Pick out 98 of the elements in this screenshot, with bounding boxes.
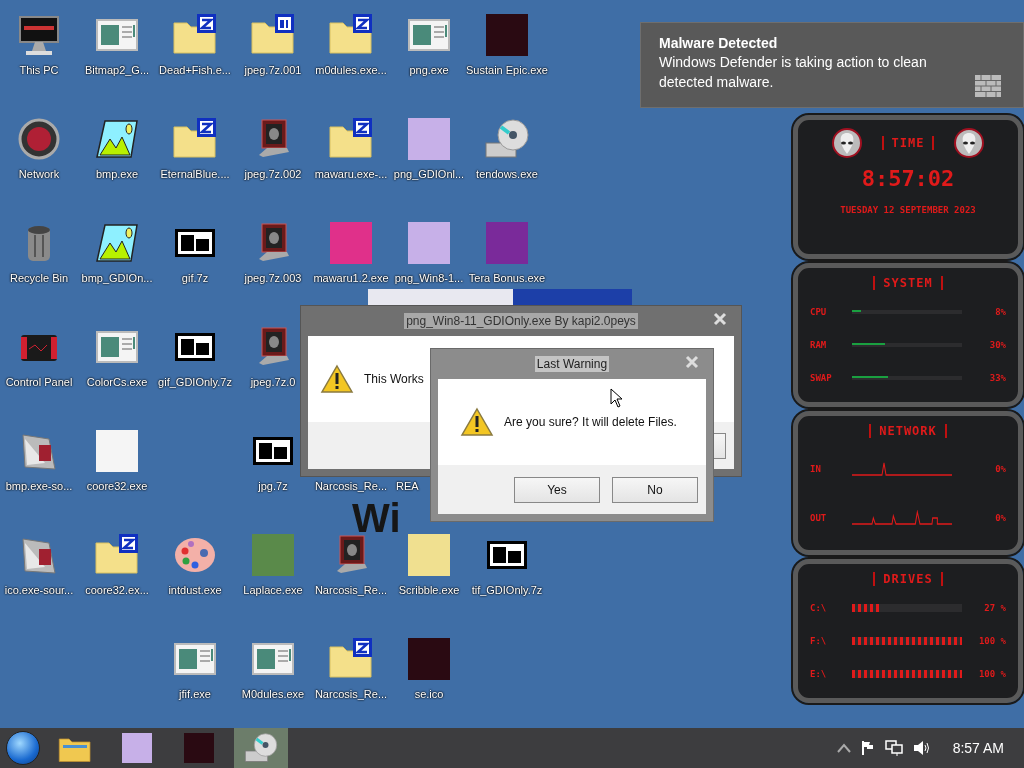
icon-label[interactable]: gif_GDIOnly.7z [158, 376, 232, 389]
warning-icon [460, 407, 494, 437]
icon-label[interactable]: bmp_GDIOn... [81, 272, 153, 285]
icon-label[interactable]: M0dules.exe [241, 688, 305, 701]
meter-label: OUT [810, 512, 828, 523]
meter-reading: 0% [994, 512, 1006, 523]
icon-label[interactable]: jpeg.7z.002 [244, 168, 302, 181]
icon-label[interactable]: Scribble.exe [398, 584, 460, 597]
icon-label[interactable]: Network [18, 168, 60, 181]
icon-label[interactable]: Dead+Fish.e... [159, 64, 231, 77]
icon-label[interactable]: png_Win8-1... [394, 272, 464, 285]
icon-label[interactable]: Narcosis_Re... [314, 688, 388, 701]
dialog-button[interactable]: No [612, 476, 698, 503]
date-readout: TUESDAY 12 SEPTEMBER 2023 [839, 205, 977, 215]
icon-label[interactable]: Recycle Bin [9, 272, 69, 285]
taskbar-button[interactable] [234, 728, 288, 768]
icon-label[interactable]: png_GDIOnl... [393, 168, 465, 181]
icon-label[interactable]: tendows.exe [476, 168, 538, 181]
network-icon[interactable] [884, 740, 903, 756]
icon-label[interactable]: This PC [19, 64, 59, 77]
meter-label: SWAP [810, 372, 833, 383]
thumbnail-placeholder [486, 14, 528, 56]
icon-label[interactable]: intdust.exe [168, 584, 222, 597]
notification-toast[interactable]: Malware Detected Windows Defender is taking action to clean detected malware. [640, 22, 1024, 108]
thumbnail-placeholder [252, 534, 294, 576]
drive-reading: 27 % [983, 603, 1006, 614]
meter-label: IN [810, 463, 822, 474]
icon-label[interactable]: jpeg.7z.003 [244, 272, 302, 285]
start-button[interactable] [6, 731, 40, 765]
icon-label[interactable]: Narcosis_Re... [314, 480, 388, 493]
icon-label[interactable]: m0dules.exe... [315, 64, 387, 77]
dialog-title: png_Win8-11_GDIOnly.exe By kapi2.0peys [404, 313, 638, 329]
icon-label[interactable]: Control Panel [5, 376, 73, 389]
flag-icon[interactable] [860, 740, 875, 756]
icon-label[interactable]: se.ico [414, 688, 444, 701]
thumbnail-placeholder [330, 222, 372, 264]
meter-label: RAM [810, 340, 828, 350]
dialog-button[interactable]: Yes [514, 476, 600, 503]
thumbnail-placeholder [408, 222, 450, 264]
icon-label[interactable]: png.exe [409, 64, 449, 77]
icon-label[interactable]: jfif.exe [179, 688, 211, 701]
icon-label[interactable]: Narcosis_Re... [314, 584, 388, 597]
icon-label[interactable]: bmp.exe-so... [5, 480, 73, 493]
brick-wall-icon [975, 75, 1001, 97]
panel-title: NETWORK [869, 424, 947, 438]
panel-title: DRIVES [873, 572, 943, 586]
icon-label[interactable]: coore32.exe [86, 480, 148, 493]
icon-label[interactable]: coore32.ex... [85, 584, 149, 597]
dialog-message: This Works [364, 372, 424, 386]
thumbnail-placeholder [408, 118, 450, 160]
meter-reading: 8% [994, 307, 1006, 318]
icon-label[interactable]: ColorCs.exe [86, 376, 148, 389]
taskbar-clock[interactable]: 8:57 AM [952, 740, 1004, 756]
icon-label[interactable]: jpeg.7z.0 [250, 376, 296, 389]
thumbnail-placeholder [408, 638, 450, 680]
notification-body: Windows Defender is taking action to clean detected malware. [659, 53, 928, 92]
icon-label[interactable]: REA [396, 480, 419, 493]
alien-head-icon [954, 128, 985, 158]
icon-label[interactable]: jpeg.7z.001 [244, 64, 302, 77]
icon-label[interactable]: Laplace.exe [243, 584, 303, 597]
alien-head-icon [831, 128, 862, 158]
speaker-icon[interactable] [912, 740, 931, 756]
icon-label[interactable]: bmp.exe [95, 168, 139, 181]
drive-reading: 100 % [977, 668, 1006, 679]
icon-label[interactable]: ico.exe-sour... [4, 584, 74, 597]
dialog-title: Last Warning [534, 356, 610, 372]
thumbnail-placeholder [122, 733, 152, 763]
meter-reading: 0% [994, 463, 1006, 474]
panel-title: SYSTEM [873, 276, 943, 290]
notification-title: Malware Detected [659, 35, 779, 51]
cursor-icon [610, 388, 623, 408]
panel-title: TIME [881, 136, 935, 150]
thumbnail-placeholder [184, 733, 214, 763]
icon-label[interactable]: jpg.7z [258, 480, 288, 493]
drive-label: F:\ [810, 636, 828, 646]
meter-reading: 33% [988, 372, 1006, 383]
meter-label: CPU [810, 307, 828, 318]
icon-label[interactable]: gif.7z [181, 272, 209, 285]
dialog-message: Are you sure? It will delete Files. [504, 415, 677, 429]
chevron-up-icon[interactable] [836, 743, 851, 753]
thumbnail-placeholder [96, 430, 138, 472]
icon-label[interactable]: Bitmap2_G... [84, 64, 150, 77]
icon-label[interactable]: Sustain Epic.exe [466, 64, 548, 77]
thumbnail-placeholder [486, 222, 528, 264]
drive-label: C:\ [810, 603, 828, 614]
icon-label[interactable]: tif_GDIOnly.7z [471, 584, 543, 597]
thumbnail-placeholder [408, 534, 450, 576]
icon-label[interactable]: EternalBlue.... [160, 168, 230, 181]
icon-label[interactable]: Tera Bonus.exe [468, 272, 546, 285]
clock-readout: 8:57:02 [860, 166, 956, 191]
drive-reading: 100 % [977, 636, 1006, 646]
meter-reading: 30% [988, 340, 1006, 350]
icon-label[interactable]: mawaru1.2.exe [313, 272, 389, 285]
drive-label: E:\ [810, 668, 828, 679]
warning-icon [320, 364, 354, 394]
wallpaper-text: Wi [352, 496, 401, 540]
close-icon[interactable] [713, 312, 727, 326]
icon-label[interactable]: mawaru.exe-... [314, 168, 388, 181]
